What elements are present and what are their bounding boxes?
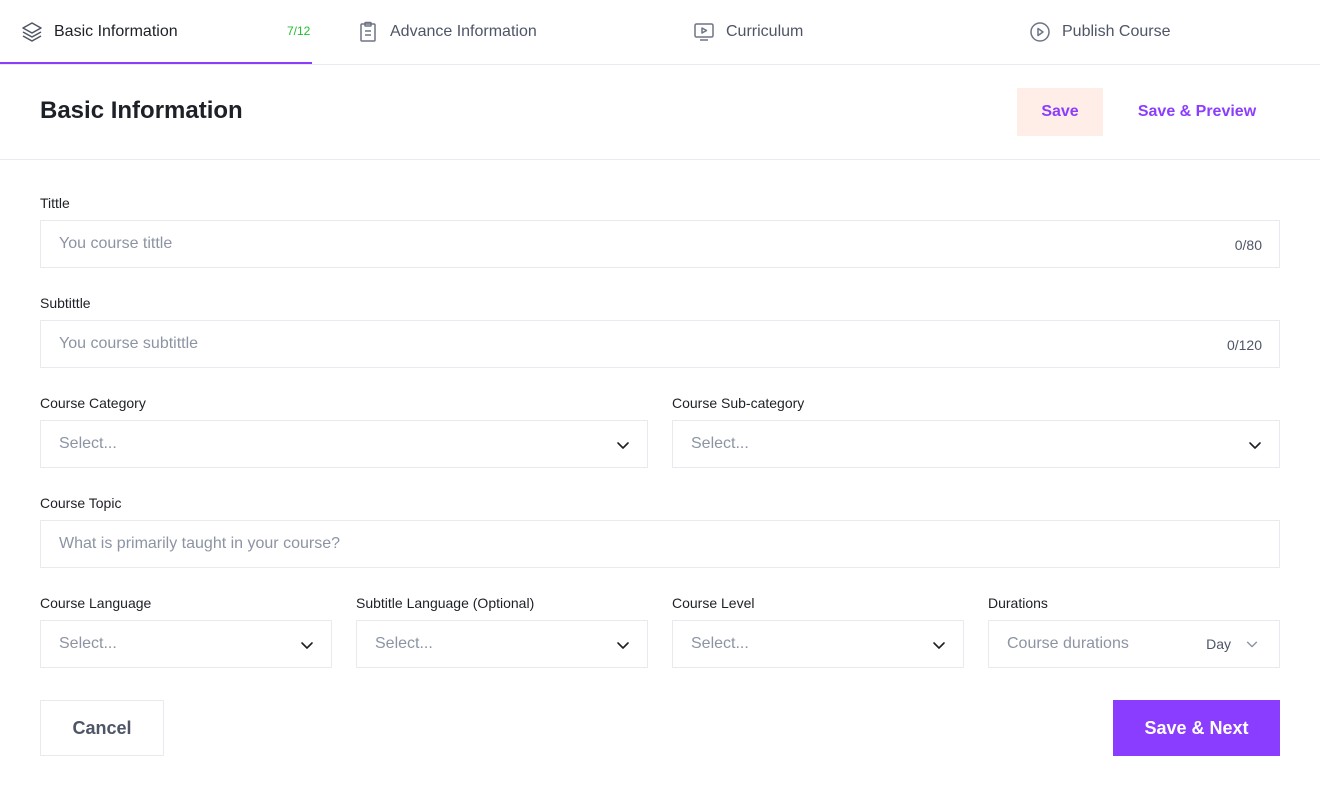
save-button[interactable]: Save — [1017, 88, 1103, 136]
duration-field: Day — [988, 620, 1280, 668]
language-select[interactable]: Select... — [40, 620, 332, 668]
language-label: Course Language — [40, 595, 152, 611]
subcategory-select[interactable]: Select... — [672, 420, 1280, 468]
level-select[interactable]: Select... — [672, 620, 964, 668]
section-header: Basic Information Save Save & Preview — [0, 65, 1320, 160]
title-char-counter: 0/80 — [1234, 237, 1262, 253]
subcategory-label: Course Sub-category — [672, 395, 805, 411]
chevron-down-icon — [617, 642, 629, 649]
tab-label: Basic Information — [54, 23, 178, 40]
subtitle-language-select-value: Select... — [375, 635, 433, 652]
subtitle-field: 0/120 — [40, 320, 1280, 368]
active-tab-indicator — [0, 62, 312, 64]
level-select-value: Select... — [691, 635, 749, 652]
chevron-down-icon — [933, 642, 945, 649]
level-label: Course Level — [672, 595, 755, 611]
page-title: Basic Information — [40, 97, 243, 124]
title-label: Tittle — [40, 195, 70, 211]
duration-label: Durations — [988, 595, 1048, 611]
language-select-value: Select... — [59, 635, 117, 652]
duration-unit-select[interactable]: Day — [1206, 636, 1231, 652]
save-and-preview-button[interactable]: Save & Preview — [1123, 88, 1271, 136]
title-field: 0/80 — [40, 220, 1280, 268]
subtitle-char-counter: 0/120 — [1226, 337, 1262, 353]
topic-input[interactable] — [41, 521, 1279, 567]
subtitle-input[interactable] — [41, 321, 1279, 367]
chevron-down-icon — [1249, 442, 1261, 449]
tab-advance-information[interactable]: Advance Information — [356, 0, 537, 64]
subtitle-label: Subtittle — [40, 295, 91, 311]
category-label: Course Category — [40, 395, 146, 411]
tab-label: Advance Information — [390, 23, 537, 40]
category-select-value: Select... — [59, 435, 117, 452]
course-steps-tabs: Basic Information 7/12 Advance Informati… — [0, 0, 1320, 65]
chevron-down-icon[interactable] — [1245, 637, 1259, 651]
topic-field — [40, 520, 1280, 568]
tab-curriculum[interactable]: Curriculum — [692, 0, 803, 64]
topic-label: Course Topic — [40, 495, 122, 511]
tab-label: Curriculum — [726, 23, 804, 40]
monitor-play-icon — [692, 20, 716, 44]
cancel-button[interactable]: Cancel — [40, 700, 164, 756]
stack-icon — [20, 20, 44, 44]
tab-progress-count: 7/12 — [287, 24, 311, 38]
subcategory-select-value: Select... — [691, 435, 749, 452]
subtitle-language-select[interactable]: Select... — [356, 620, 648, 668]
tab-label: Publish Course — [1062, 23, 1171, 40]
tab-publish-course[interactable]: Publish Course — [1028, 0, 1171, 64]
play-circle-icon — [1028, 20, 1052, 44]
title-input[interactable] — [41, 221, 1279, 267]
duration-input[interactable] — [989, 621, 1279, 667]
chevron-down-icon — [301, 642, 313, 649]
chevron-down-icon — [617, 442, 629, 449]
category-select[interactable]: Select... — [40, 420, 648, 468]
subtitle-language-label: Subtitle Language (Optional) — [356, 595, 535, 611]
clipboard-icon — [356, 20, 380, 44]
save-and-next-button[interactable]: Save & Next — [1113, 700, 1280, 756]
tab-basic-information[interactable]: Basic Information 7/12 — [20, 0, 312, 64]
